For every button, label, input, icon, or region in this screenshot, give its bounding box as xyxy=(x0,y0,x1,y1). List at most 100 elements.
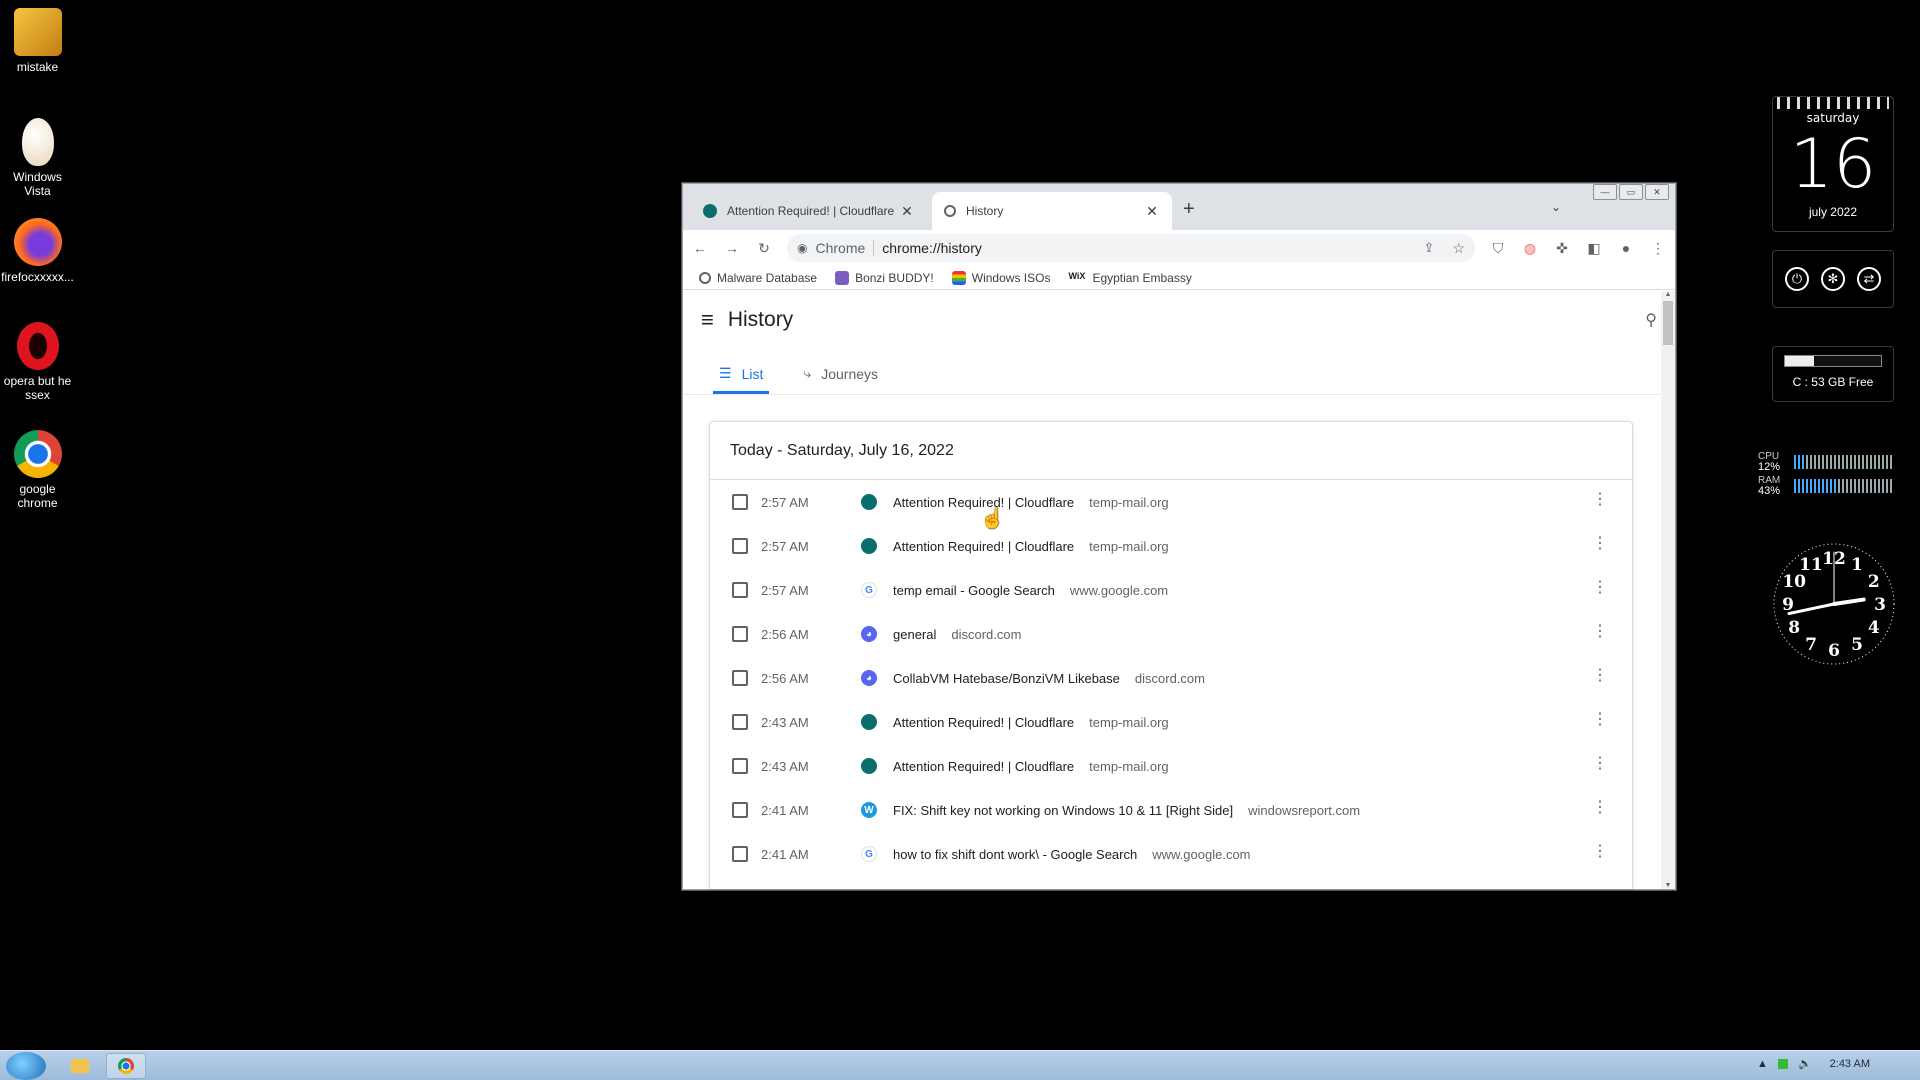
history-row[interactable]: 2:57 AM Attention Required! | Cloudflare t… xyxy=(710,524,1632,568)
profile-avatar-icon[interactable]: ● xyxy=(1617,240,1635,256)
row-more-actions-icon[interactable]: ⋮ xyxy=(1592,668,1608,684)
row-time: 2:43 AM xyxy=(761,714,809,730)
kebab-menu-icon[interactable]: ⋮ xyxy=(1649,240,1667,257)
shield-extension-icon[interactable]: ⛉ xyxy=(1489,240,1507,257)
network-icon[interactable] xyxy=(1777,1058,1788,1069)
bookmark-egyptian-embassy[interactable]: WiX Egyptian Embassy xyxy=(1068,271,1191,285)
row-more-actions-icon[interactable]: ⋮ xyxy=(1592,624,1608,640)
row-checkbox[interactable] xyxy=(732,670,748,686)
tab-list[interactable]: ☰ List xyxy=(713,365,770,394)
search-icon[interactable]: ⚲ xyxy=(1645,310,1657,330)
row-domain: www.google.com xyxy=(1069,582,1169,598)
system-tray: ▲ 🔈 2:43 AM xyxy=(1757,1057,1870,1071)
close-tab-icon[interactable]: ✕ xyxy=(899,203,915,220)
cloudflare-favicon xyxy=(861,538,877,554)
row-more-actions-icon[interactable]: ⋮ xyxy=(1592,492,1608,508)
row-checkbox[interactable] xyxy=(732,538,748,554)
history-row[interactable]: 2:56 AM ◕ CollabVM Hatebase/BonziVM Likeba… xyxy=(710,656,1632,700)
row-checkbox[interactable] xyxy=(732,714,748,730)
row-checkbox[interactable] xyxy=(732,758,748,774)
flag-extension-icon[interactable]: ◍ xyxy=(1521,240,1539,257)
address-bar[interactable]: ◉ Chrome chrome://history ⇪ ☆ xyxy=(787,234,1475,262)
scroll-down-arrow-icon[interactable]: ▼ xyxy=(1661,882,1675,889)
ram-row: RAM 43% xyxy=(1758,474,1898,498)
row-checkbox[interactable] xyxy=(732,626,748,642)
tab-search-icon[interactable]: ⌄ xyxy=(1551,200,1561,214)
row-title-link[interactable]: general xyxy=(893,627,936,642)
row-checkbox[interactable] xyxy=(732,582,748,598)
row-more-actions-icon[interactable]: ⋮ xyxy=(1592,580,1608,596)
history-row[interactable]: 2:57 AM Attention Required! | Cloudflare t… xyxy=(710,480,1632,524)
history-row[interactable]: 2:41 AM Ghow to fix shift dont work\ - Go… xyxy=(710,832,1632,876)
start-button[interactable] xyxy=(6,1052,46,1080)
cpu-row: CPU 12% xyxy=(1758,450,1898,474)
reload-icon[interactable]: ↻ xyxy=(755,240,773,257)
row-more-actions-icon[interactable]: ⋮ xyxy=(1592,756,1608,772)
snowflake-icon[interactable]: ✻ xyxy=(1821,267,1845,291)
history-row[interactable]: 2:43 AM Attention Required! | Cloudflare t… xyxy=(710,700,1632,744)
history-row[interactable]: 2:56 AM ◕ general discord.com ⋮ xyxy=(710,612,1632,656)
row-more-actions-icon[interactable]: ⋮ xyxy=(1592,844,1608,860)
volume-icon[interactable]: 🔈 xyxy=(1798,1057,1812,1070)
close-tab-icon[interactable]: ✕ xyxy=(1144,203,1160,220)
minimize-icon[interactable]: — xyxy=(1593,184,1617,200)
back-icon[interactable]: ← xyxy=(691,240,709,256)
taskbar-chrome[interactable] xyxy=(106,1053,146,1079)
chrome-icon: ◉ xyxy=(797,241,808,255)
bookmark-label: Malware Database xyxy=(717,270,818,285)
row-checkbox[interactable] xyxy=(732,494,748,510)
history-row[interactable]: 2:43 AM Attention Required! | Cloudflare t… xyxy=(710,744,1632,788)
bookmark-malware-database[interactable]: Malware Database xyxy=(699,271,817,285)
tab-history[interactable]: History ✕ xyxy=(932,192,1172,230)
scroll-up-arrow-icon[interactable]: ▲ xyxy=(1661,291,1675,298)
row-title-link[interactable]: how to fix shift dont work\ - Google Sea… xyxy=(893,847,1137,862)
row-checkbox[interactable] xyxy=(732,846,748,862)
wix-icon: WiX xyxy=(1068,270,1086,281)
taskbar-clock[interactable]: 2:43 AM xyxy=(1830,1058,1870,1070)
power-icon[interactable]: ⏻ xyxy=(1785,267,1809,291)
calendar-weekday: saturday xyxy=(1806,111,1860,125)
row-more-actions-icon[interactable]: ⋮ xyxy=(1592,536,1608,552)
row-more-actions-icon[interactable]: ⋮ xyxy=(1592,800,1608,816)
tab-cloudflare[interactable]: Attention Required! | Cloudflare ✕ xyxy=(691,192,927,230)
close-window-icon[interactable]: ✕ xyxy=(1645,184,1669,200)
switch-icon[interactable]: ⇄ xyxy=(1857,267,1881,291)
row-more-actions-icon[interactable]: ⋮ xyxy=(1592,712,1608,728)
cloudflare-favicon xyxy=(703,204,717,218)
show-hidden-icons-icon[interactable]: ▲ xyxy=(1757,1058,1768,1070)
row-title-link[interactable]: Attention Required! | Cloudflare xyxy=(893,715,1074,730)
row-checkbox[interactable] xyxy=(732,802,748,818)
row-title-link[interactable]: FIX: Shift key not working on Windows 10… xyxy=(893,803,1233,818)
tab-journeys[interactable]: ⤷ Journeys xyxy=(797,365,884,394)
hamburger-menu-icon[interactable]: ≡ xyxy=(701,307,714,333)
calendar-gadget: saturday 16 july 2022 xyxy=(1772,96,1894,232)
cpu-gauge xyxy=(1794,455,1894,469)
desktop-icon-mistake[interactable]: mistake xyxy=(0,8,75,74)
history-row[interactable]: 2:57 AM Gtemp email - Google Search www.go… xyxy=(710,568,1632,612)
new-tab-icon[interactable]: + xyxy=(1183,198,1195,221)
row-title-link[interactable]: temp email - Google Search xyxy=(893,583,1055,598)
drive-usage-bar xyxy=(1784,355,1882,367)
maximize-icon[interactable]: ▭ xyxy=(1619,184,1643,200)
desktop-icon-opera[interactable]: opera but he ssex xyxy=(0,322,75,402)
scrollbar[interactable]: ▲ ▼ xyxy=(1661,291,1675,889)
row-title-link[interactable]: CollabVM Hatebase/BonziVM Likebase xyxy=(893,671,1120,686)
forward-icon[interactable]: → xyxy=(723,240,741,256)
bookmark-bonzi-buddy[interactable]: Bonzi BUDDY! xyxy=(835,270,934,285)
row-domain: www.google.com xyxy=(1152,846,1251,862)
scrollbar-thumb[interactable] xyxy=(1663,301,1673,345)
tab-title: History xyxy=(966,204,1004,218)
share-icon[interactable]: ⇪ xyxy=(1424,240,1435,256)
row-title-link[interactable]: Attention Required! | Cloudflare xyxy=(893,539,1074,554)
extensions-puzzle-icon[interactable]: ✜ xyxy=(1553,240,1571,257)
desktop-icon-firefox[interactable]: firefocxxxxx... xyxy=(0,218,75,284)
taskbar-explorer[interactable] xyxy=(60,1053,100,1079)
history-row[interactable]: 2:41 AM W FIX: Shift key not working on Wi… xyxy=(710,788,1632,832)
side-panel-icon[interactable]: ◧ xyxy=(1585,240,1603,257)
star-icon[interactable]: ☆ xyxy=(1452,240,1465,257)
history-header: ≡ History ⚲ xyxy=(683,291,1675,349)
row-title-link[interactable]: Attention Required! | Cloudflare xyxy=(893,759,1074,774)
bookmark-windows-isos[interactable]: Windows ISOs xyxy=(951,270,1050,285)
desktop-icon-windows-vista[interactable]: Windows Vista xyxy=(0,118,75,198)
desktop-icon-google-chrome[interactable]: google chrome xyxy=(0,430,75,510)
